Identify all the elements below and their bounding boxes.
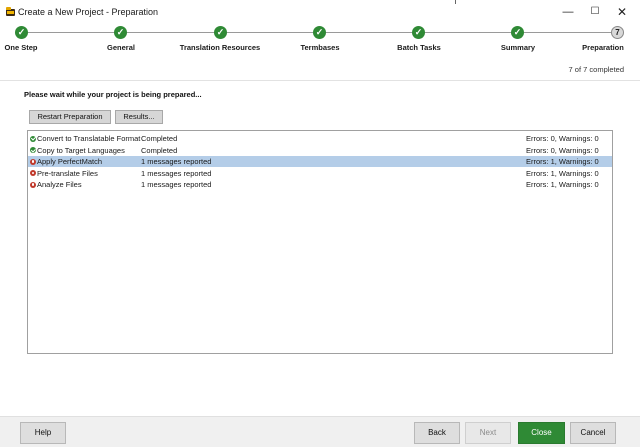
task-name: Convert to Translatable Format: [37, 134, 141, 143]
step-preparation-number-icon: 7: [611, 26, 624, 39]
step-translation-resources-check-icon: ✓: [214, 26, 227, 39]
results-button[interactable]: Results...: [115, 110, 163, 124]
close-window-button[interactable]: ✕: [610, 3, 634, 21]
task-status: 1 messages reported: [141, 180, 212, 189]
restart-preparation-button[interactable]: Restart Preparation: [29, 110, 111, 124]
cancel-button[interactable]: Cancel: [570, 422, 616, 444]
task-status: Completed: [141, 145, 178, 155]
step-summary-check-icon: ✓: [511, 26, 524, 39]
task-row[interactable]: Analyze Files 1 messages reported Errors…: [28, 179, 612, 190]
step-label-batch-tasks: Batch Tasks: [397, 43, 441, 52]
task-row-selected[interactable]: Apply PerfectMatch 1 messages reported E…: [28, 156, 612, 167]
task-row[interactable]: Copy to Target Languages Completed Error…: [28, 145, 612, 156]
maximize-button[interactable]: ☐: [583, 3, 607, 21]
task-errors: Errors: 0, Warnings: 0: [526, 145, 599, 155]
success-icon: [30, 135, 36, 142]
task-list[interactable]: Convert to Translatable Format Completed…: [27, 130, 613, 354]
step-label-preparation: Preparation: [582, 43, 624, 52]
step-one-step-check-icon: ✓: [15, 26, 28, 39]
task-row[interactable]: Pre-translate Files 1 messages reported …: [28, 168, 612, 179]
step-label-one-step: One Step: [4, 43, 38, 52]
back-button[interactable]: Back: [414, 422, 460, 444]
header-divider: [0, 80, 640, 81]
task-status: 1 messages reported: [141, 168, 212, 178]
success-icon: [30, 147, 36, 153]
task-name: Apply PerfectMatch: [37, 157, 103, 166]
step-label-termbases: Termbases: [300, 43, 340, 52]
close-button[interactable]: Close: [518, 422, 565, 444]
task-errors: Errors: 1, Warnings: 0: [526, 168, 599, 178]
step-batch-tasks-check-icon: ✓: [412, 26, 425, 39]
step-general-check-icon: ✓: [114, 26, 127, 39]
task-row[interactable]: Convert to Translatable Format Completed…: [28, 133, 612, 144]
task-errors: Errors: 1, Warnings: 0: [526, 180, 599, 189]
error-icon: [30, 158, 36, 165]
wait-message: Please wait while your project is being …: [24, 90, 202, 99]
window-title: Create a New Project - Preparation: [18, 7, 159, 17]
help-button[interactable]: Help: [20, 422, 66, 444]
app-folder-icon: [6, 7, 15, 16]
completion-count: 7 of 7 completed: [568, 65, 624, 74]
title-bar: Create a New Project - Preparation — ☐ ✕: [0, 0, 640, 25]
error-icon: [30, 170, 36, 176]
task-name: Analyze Files: [37, 180, 82, 189]
divider: [455, 0, 456, 4]
step-label-translation-resources: Translation Resources: [179, 43, 261, 52]
error-icon: [30, 181, 36, 188]
task-errors: Errors: 1, Warnings: 0: [526, 157, 599, 166]
task-status: Completed: [141, 134, 178, 143]
task-name: Pre-translate Files: [37, 168, 98, 178]
step-label-summary: Summary: [500, 43, 536, 52]
task-name: Copy to Target Languages: [37, 145, 125, 155]
task-status: 1 messages reported: [141, 157, 212, 166]
task-errors: Errors: 0, Warnings: 0: [526, 134, 599, 143]
minimize-button[interactable]: —: [556, 3, 580, 21]
step-termbases-check-icon: ✓: [313, 26, 326, 39]
step-label-general: General: [107, 43, 135, 52]
next-button-disabled[interactable]: Next: [465, 422, 511, 444]
